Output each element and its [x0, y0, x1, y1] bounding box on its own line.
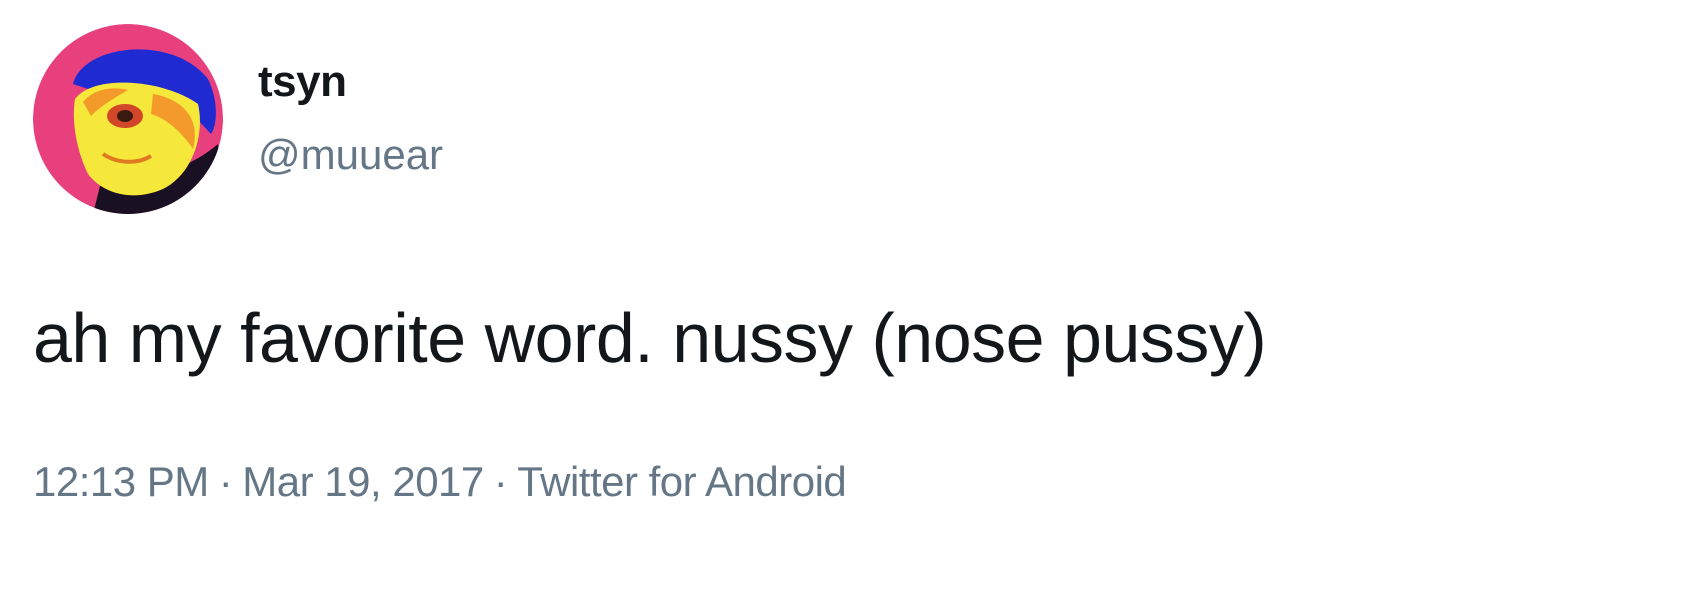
display-name[interactable]: tsyn — [258, 56, 347, 108]
tweet-date[interactable]: Mar 19, 2017 — [242, 458, 484, 505]
tweet-source[interactable]: Twitter for Android — [517, 458, 846, 505]
meta-separator: · — [218, 458, 233, 505]
user-handle[interactable]: @muuear — [258, 130, 443, 180]
tweet-metadata: 12:13 PM · Mar 19, 2017 · Twitter for Androi… — [33, 456, 847, 508]
tweet-text: ah my favorite word. nussy (nose pussy) — [33, 299, 1267, 377]
avatar[interactable] — [33, 24, 223, 214]
tweet-card: tsyn @muuear ah my favorite word. nussy … — [0, 0, 1690, 600]
avatar-image — [33, 24, 223, 214]
tweet-time[interactable]: 12:13 PM — [33, 458, 209, 505]
meta-separator: · — [493, 458, 508, 505]
